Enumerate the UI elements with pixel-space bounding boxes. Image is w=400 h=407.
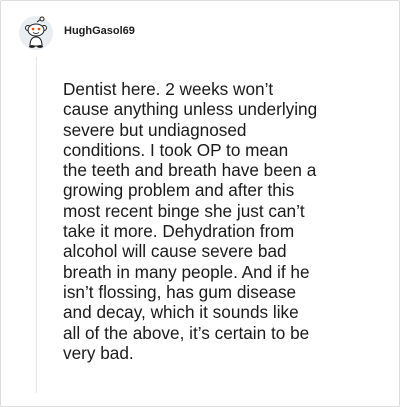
comment-body-text: Dentist here. 2 weeks won’t cause anythi…	[63, 79, 318, 363]
reddit-snoo-avatar-icon[interactable]	[19, 16, 53, 50]
comment-author[interactable]: HughGasol69	[64, 25, 135, 37]
thread-line[interactable]	[36, 57, 37, 393]
comment-card: HughGasol69 Dentist here. 2 weeks won’t …	[0, 0, 400, 407]
